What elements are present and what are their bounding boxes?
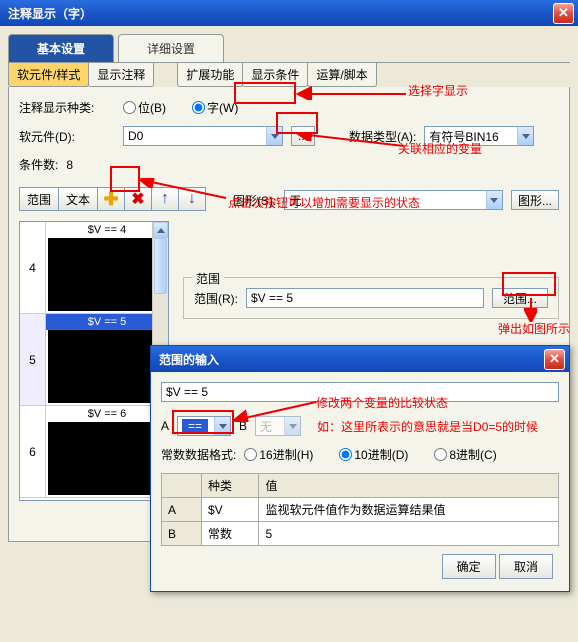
radio-bit-label: 位(B) [138,99,166,116]
subtab-ext[interactable]: 扩展功能 [177,63,243,87]
state-item[interactable]: 4 $V == 4 [20,222,168,314]
state-number: 5 [20,314,46,405]
window-title: 注释显示（字） [8,5,92,22]
cancel-button[interactable]: 取消 [499,554,553,579]
range-expression [246,288,484,308]
ok-button[interactable]: 确定 [442,554,496,579]
device-value: D0 [128,129,143,143]
state-preview [48,330,166,403]
delete-button[interactable]: ✖ [124,187,152,211]
state-list[interactable]: 4 $V == 4 5 $V == 5 6 $V == 6 [19,221,169,501]
tab-basic[interactable]: 基本设置 [8,34,114,62]
annotation: 如：这里所表示的意思就是当D0=5的时候 [317,418,538,435]
shape-button[interactable]: 图形... [511,190,559,210]
col-value: 值 [259,474,559,498]
radio-hex[interactable]: 16进制(H) [244,446,313,463]
label-device: 软元件(D): [19,128,115,145]
subtab-cond[interactable]: 显示条件 [242,63,308,87]
range-legend: 范围 [192,270,224,287]
subtab-comment[interactable]: 显示注释 [88,63,154,87]
arrow-up-icon: ↑ [161,190,169,208]
chevron-down-icon [284,417,300,435]
inner-title: 范围的输入 [159,351,219,368]
label-conditions: 条件数: [19,156,58,173]
close-icon[interactable]: ✕ [544,349,565,370]
add-button[interactable]: ✚ [97,187,125,211]
tab-detail[interactable]: 详细设置 [118,34,224,62]
table-row: B常数5 [162,522,559,546]
state-number: 4 [20,222,46,313]
label-range: 范围(R): [194,290,238,307]
label-b: B [239,419,247,433]
chevron-down-icon [486,191,502,209]
operator-combo[interactable]: == [177,416,231,436]
inner-expression [161,382,559,402]
state-item[interactable]: 5 $V == 5 [20,314,168,406]
cell: 监视软元件值作为数据运算结果值 [259,498,559,522]
label-a: A [161,419,169,433]
range-input-dialog: 范围的输入 ✕ A == B 无 如：这里所表示的意思就是当D0=5的时候 常数… [150,345,570,592]
chevron-down-icon [214,417,230,435]
scroll-thumb[interactable] [154,238,167,294]
radio-word[interactable]: 字(W) [192,99,238,116]
table-row: A$V监视软元件值作为数据运算结果值 [162,498,559,522]
operator-value: == [182,419,208,433]
radio-word-label: 字(W) [207,99,238,116]
cell: 5 [259,522,559,546]
text-button[interactable]: 文本 [58,187,98,211]
radio-oct-label: 8进制(C) [449,446,496,463]
cell: 常数 [202,522,259,546]
b-combo: 无 [255,416,301,436]
move-up-button[interactable]: ↑ [151,187,179,211]
col-kind: 种类 [202,474,259,498]
radio-hex-label: 16进制(H) [259,446,313,463]
datatype-combo[interactable]: 有符号BIN16 [424,126,534,146]
close-icon[interactable]: ✕ [553,3,574,24]
state-item[interactable]: 6 $V == 6 [20,406,168,498]
x-icon: ✖ [131,189,144,209]
device-browse-button[interactable]: ... [291,126,315,146]
radio-dec-label: 10进制(D) [354,446,408,463]
label-kind: 注释显示种类: [19,99,115,116]
radio-oct[interactable]: 8进制(C) [434,446,496,463]
state-number: 6 [20,406,46,497]
b-value: 无 [260,418,272,435]
shape-value: 无 [289,192,301,209]
label-shape: 图形(S): [233,192,276,209]
state-preview [48,422,166,495]
variable-table: 种类值 A$V监视软元件值作为数据运算结果值 B常数5 [161,473,559,546]
chevron-down-icon [266,127,282,145]
radio-bit[interactable]: 位(B) [123,99,166,116]
state-header: $V == 5 [46,314,168,330]
cell: $V [202,498,259,522]
chevron-down-icon [517,127,533,145]
scroll-up-icon[interactable] [153,222,168,238]
device-combo[interactable]: D0 [123,126,283,146]
datatype-value: 有符号BIN16 [429,128,498,145]
shape-combo[interactable]: 无 [284,190,503,210]
condition-count: 8 [66,158,73,172]
label-format: 常数数据格式: [161,446,236,463]
radio-dec[interactable]: 10进制(D) [339,446,408,463]
range-edit-button[interactable]: 范围... [492,288,548,308]
state-header: $V == 4 [46,222,168,238]
subtab-script[interactable]: 运算/脚本 [307,63,376,87]
plus-icon: ✚ [103,189,118,210]
arrow-down-icon: ↓ [188,190,196,208]
move-down-button[interactable]: ↓ [178,187,206,211]
subtab-device-style[interactable]: 软元件/样式 [8,63,89,87]
state-preview [48,238,166,311]
label-datatype: 数据类型(A): [349,128,416,145]
range-button[interactable]: 范围 [19,187,59,211]
